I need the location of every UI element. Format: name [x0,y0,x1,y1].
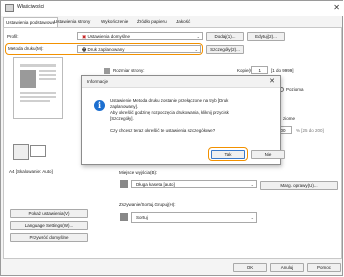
edit-profile-button[interactable]: Edytuj(2)... [247,32,285,41]
yes-button[interactable]: Tak [211,150,245,159]
side-label: ziome [283,116,296,121]
page-size-icon [104,68,110,74]
landscape-label: Pozioma [286,87,304,92]
chevron-down-icon: ⌄ [196,34,200,39]
profile-select[interactable]: ▣ Ustawienia domyślne ⌄ [77,32,203,40]
chevron-down-icon: ⌄ [250,215,254,220]
dialog-message-line-1: Ustawienie Metoda druku zostanie przełąc… [110,98,229,103]
output-method-value: Druk zaplanowany [87,47,125,52]
window-title: Właściwości [17,4,45,10]
copies-input[interactable]: 1 [251,66,268,74]
copies-range: [1 do 9999] [271,68,294,73]
tab-paper-source[interactable]: Źródło papieru [135,17,169,27]
tab-finishing[interactable]: Wykończenie [99,17,130,27]
dialog-title-bar: Informacje ✕ [82,76,280,88]
chevron-down-icon: ⌄ [194,47,198,52]
output-tray-icon [120,180,128,188]
title-bar: Właściwości ✕ [1,1,344,16]
paper-output-value: Długa kaseta [auto] [136,182,175,187]
dialog-message-line-3: Aby określić godzinę rozpoczęcia drukowa… [110,110,229,115]
preview-caption: A4 [Skalowanie: Auto] [9,169,53,174]
ok-button[interactable]: OK [233,263,267,272]
dialog-question: Czy chcesz teraz określić te ustawienia … [110,128,216,133]
chevron-down-icon: ⌄ [250,182,254,187]
sort-select[interactable]: Sortuj ⌄ [131,212,257,223]
dialog-close-icon[interactable]: ✕ [269,77,275,85]
no-button[interactable]: Nie [251,150,285,159]
restore-defaults-button[interactable]: Przywróć domyślne [10,233,88,242]
paper-output-select[interactable]: Długa kaseta [auto] ⌄ [131,180,257,188]
show-settings-button[interactable]: Pokaż ustawienia(V) [10,209,88,218]
printer-icon [5,4,14,12]
properties-window: Właściwości ✕ Ustawienia podstawowe Usta… [0,0,344,276]
output-method-label: Metoda druku(M): [8,46,44,51]
tab-basic-settings[interactable]: Ustawienia podstawowe [3,17,59,27]
details-button[interactable]: Szczegóły(2)... [206,45,244,54]
info-icon: i [94,100,105,111]
tab-page-settings[interactable]: Ustawienia strony [52,17,92,27]
tray-icon [13,144,29,160]
tab-quality[interactable]: Jakość [174,17,192,27]
zoom-range: % [25 do 200] [296,128,324,133]
dialog-title: Informacje [87,79,109,84]
page-size-label: Rozmiar strony: [113,68,145,73]
profile-label: Profil: [7,34,19,39]
add-profile-button[interactable]: Dodaj(1)... [206,32,244,41]
close-icon[interactable]: ✕ [333,3,340,12]
output-method-select[interactable]: 🖶 Druk zaplanowany ⌄ [77,45,201,53]
sort-label: Zszywanie/Sortuj.Grupuj(H): [119,202,176,207]
help-button[interactable]: Pomoc [307,263,341,272]
page-preview [13,57,63,119]
paper-output-label: Miejsce wyjścia(B): [119,170,158,175]
information-dialog: Informacje ✕ i Ustawienie Metoda druku z… [81,75,285,165]
cancel-button[interactable]: Anuluj [270,263,304,272]
profile-value: Ustawienia domyślne [87,34,131,39]
language-settings-button[interactable]: Language Settings(W)... [10,221,88,230]
binding-margin-button[interactable]: Marg. oprawy(U)... [260,181,338,190]
staple-icon [30,145,46,157]
sort-icon [120,213,128,221]
dialog-message-line-4: [Szczegóły]. [110,116,134,121]
dialog-message-line-2: zaplanowany]. [110,104,139,109]
sort-value: Sortuj [136,215,148,220]
